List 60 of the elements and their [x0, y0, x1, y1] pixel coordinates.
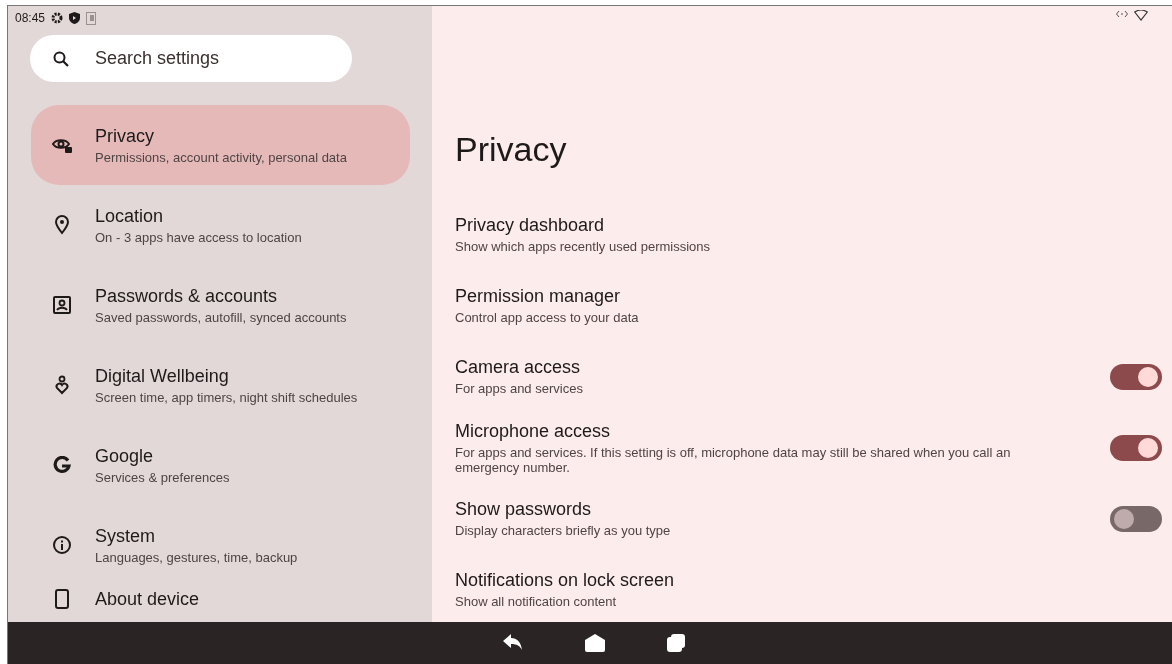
item-title: Google [95, 445, 155, 467]
toggle-switch[interactable] [1110, 505, 1162, 532]
search-icon [53, 51, 69, 67]
row-subtitle: For apps and services [455, 381, 584, 396]
settings-row[interactable]: Permission manager Control app access to your data [432, 270, 1172, 341]
row-subtitle: Show all notification content [455, 594, 618, 609]
item-title: Privacy [95, 125, 155, 147]
recents-icon[interactable] [667, 634, 685, 652]
sidebar-item[interactable]: Google Services & preferences [31, 425, 410, 505]
sidebar-item[interactable]: Digital Wellbeing Screen time, app timers, night shift schedules [31, 345, 410, 425]
item-subtitle: Languages, gestures, time, backup [95, 549, 298, 565]
sidebar-item[interactable]: About device [31, 585, 410, 610]
sim-card-icon [86, 11, 97, 25]
clock-time: 08:45 [15, 11, 46, 25]
eye-lock-icon [51, 136, 73, 154]
settings-row[interactable]: Privacy dashboard Show which apps recently used permissions [432, 199, 1172, 270]
location-pin-icon [54, 215, 70, 235]
item-title: Passwords & accounts [95, 285, 279, 307]
sidebar-item[interactable]: Privacy Permissions, account activity, personal data [31, 105, 410, 185]
item-title: About device [95, 589, 200, 610]
row-title: Notifications on lock screen [455, 570, 676, 591]
g-logo-icon [53, 456, 71, 474]
row-subtitle: Display characters briefly as you type [455, 523, 672, 538]
sidebar-item[interactable]: Location On - 3 apps have access to location [31, 185, 410, 265]
back-icon[interactable] [503, 634, 523, 652]
item-subtitle: Permissions, account activity, personal data [95, 149, 347, 165]
item-subtitle: Saved passwords, autofill, synced accounts [95, 309, 347, 325]
row-title: Show passwords [455, 499, 593, 520]
sidebar-item[interactable]: Passwords & accounts Saved passwords, autofill, synced accounts [31, 265, 410, 345]
heart-person-icon [54, 375, 70, 395]
wifi-icon [1134, 10, 1148, 21]
row-title: Privacy dashboard [455, 215, 606, 236]
device-icon [54, 589, 70, 609]
settings-row[interactable]: Microphone access For apps and services. If this setting is off, microphone data may still be shared when you call an emergency number. [432, 412, 1172, 483]
settings-row[interactable]: Show passwords Display characters briefly as you type [432, 483, 1172, 554]
item-subtitle: Services & preferences [95, 469, 230, 485]
search-field[interactable]: Search settings [30, 35, 352, 82]
toggle-switch[interactable] [1110, 363, 1162, 390]
toggle-switch[interactable] [1110, 434, 1162, 461]
account-box-icon [53, 296, 71, 314]
row-title: Microphone access [455, 420, 612, 442]
gear-icon [51, 12, 64, 24]
item-title: System [95, 525, 156, 547]
row-title: Camera access [455, 357, 582, 378]
info-icon [52, 535, 72, 555]
item-subtitle: On - 3 apps have access to location [95, 229, 302, 245]
shield-icon [69, 12, 81, 24]
page-title: Privacy [455, 130, 567, 169]
home-icon[interactable] [585, 634, 605, 652]
row-subtitle: Show which apps recently used permissions [455, 239, 712, 254]
item-subtitle: Screen time, app timers, night shift schedules [95, 389, 358, 405]
item-title: Location [95, 205, 165, 227]
row-title: Permission manager [455, 286, 622, 307]
item-title: Digital Wellbeing [95, 365, 230, 387]
data-arrows-icon [1116, 10, 1128, 18]
sidebar-item[interactable]: System Languages, gestures, time, backup [31, 505, 410, 585]
row-subtitle: For apps and services. If this setting is off, microphone data may still be shared when you call an emergency number. [455, 444, 1012, 475]
settings-row[interactable]: Camera access For apps and services [432, 341, 1172, 412]
settings-row[interactable]: Notifications on lock screen Show all notification content [432, 554, 1172, 622]
row-subtitle: Control app access to your data [455, 310, 640, 325]
